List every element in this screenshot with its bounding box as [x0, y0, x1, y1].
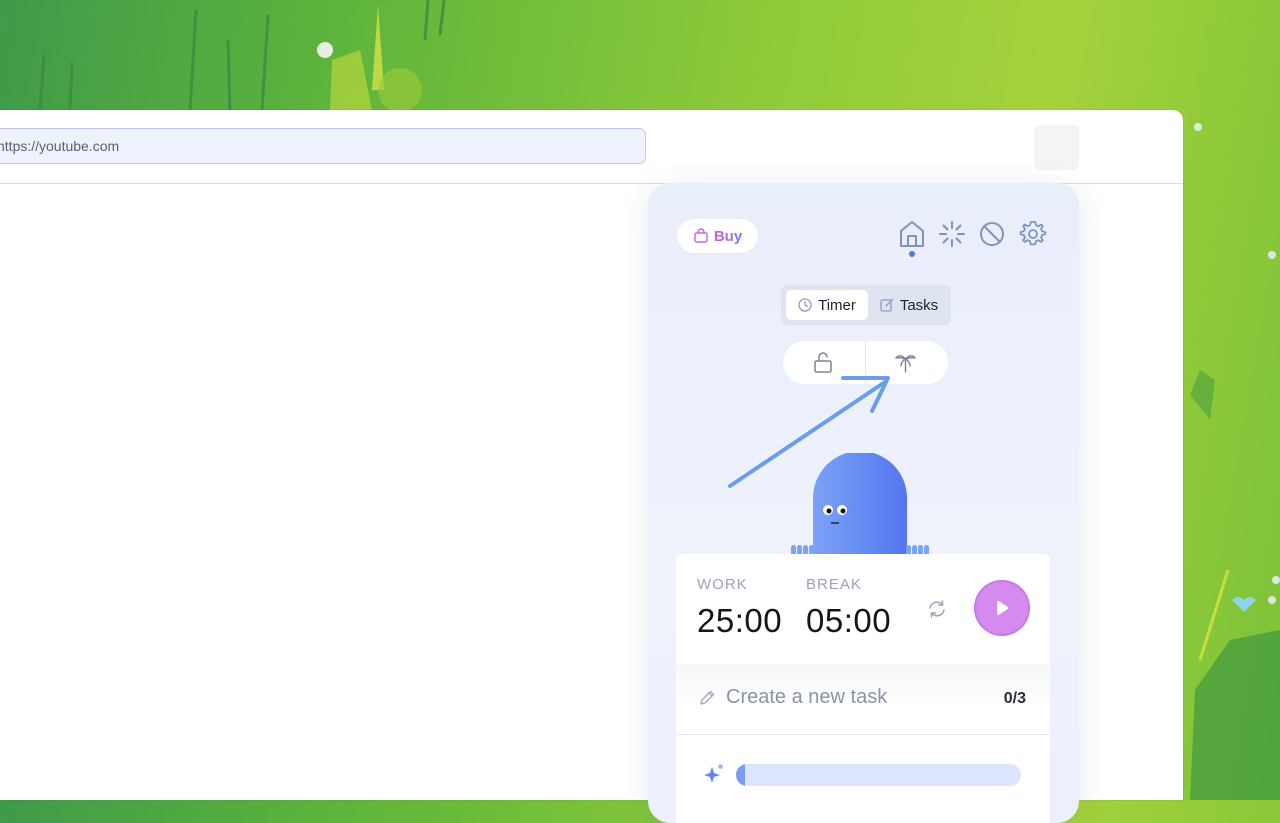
nav-focus[interactable] — [935, 217, 969, 251]
sparkle-icon — [704, 764, 723, 783]
nav-settings[interactable] — [1016, 217, 1050, 251]
clock-icon — [798, 298, 812, 312]
extension-button[interactable] — [1034, 125, 1079, 170]
work-label: WORK — [697, 576, 748, 593]
mode-divider — [865, 341, 866, 384]
palm-tree-icon — [895, 355, 916, 373]
tab-timer-label: Timer — [818, 296, 856, 314]
play-icon — [997, 600, 1009, 616]
focus-mode-button[interactable] — [811, 350, 836, 375]
new-task-placeholder: Create a new task — [726, 686, 888, 708]
pencil-icon — [700, 690, 715, 705]
progress-row — [676, 735, 1050, 823]
refresh-icon — [929, 600, 945, 618]
browser-toolbar: https://youtube.com — [0, 110, 1183, 184]
lock-open-icon — [814, 352, 832, 373]
break-mode-button[interactable] — [893, 350, 918, 375]
gear-icon — [1019, 221, 1047, 246]
break-duration[interactable]: 05:00 — [806, 602, 891, 640]
blocked-icon — [980, 222, 1004, 246]
nav-home[interactable] — [895, 217, 929, 251]
play-button[interactable] — [974, 580, 1030, 636]
tab-tasks[interactable]: Tasks — [871, 290, 947, 320]
view-switcher: Timer Tasks — [781, 285, 951, 325]
loading-spinner-icon — [939, 221, 965, 247]
address-bar-text: https://youtube.com — [0, 138, 120, 154]
new-task-input[interactable]: Create a new task 0/3 — [676, 664, 1050, 735]
reset-button[interactable] — [926, 598, 948, 620]
address-bar[interactable]: https://youtube.com — [0, 128, 646, 164]
edit-icon — [880, 298, 893, 312]
buy-button[interactable]: Buy — [677, 219, 758, 253]
tab-tasks-label: Tasks — [899, 296, 939, 314]
home-icon — [900, 221, 924, 247]
break-label: BREAK — [806, 576, 862, 593]
tab-timer[interactable]: Timer — [786, 290, 868, 320]
timer-card: WORK 25:00 BREAK 05:00 — [676, 554, 1050, 664]
progress-fill — [736, 764, 745, 786]
shopping-bag-icon — [694, 228, 708, 243]
active-nav-indicator — [909, 251, 915, 257]
mode-toggle — [783, 341, 948, 384]
daily-progress-bar — [736, 764, 1021, 786]
nav-blocklist[interactable] — [975, 217, 1009, 251]
buy-label: Buy — [713, 227, 743, 245]
task-count: 0/3 — [1003, 690, 1026, 707]
extension-popup: Buy Timer Tasks WORK 25:00 BREAK 05:00 C… — [648, 183, 1079, 823]
mascot-character — [791, 453, 929, 563]
work-duration[interactable]: 25:00 — [697, 602, 782, 640]
